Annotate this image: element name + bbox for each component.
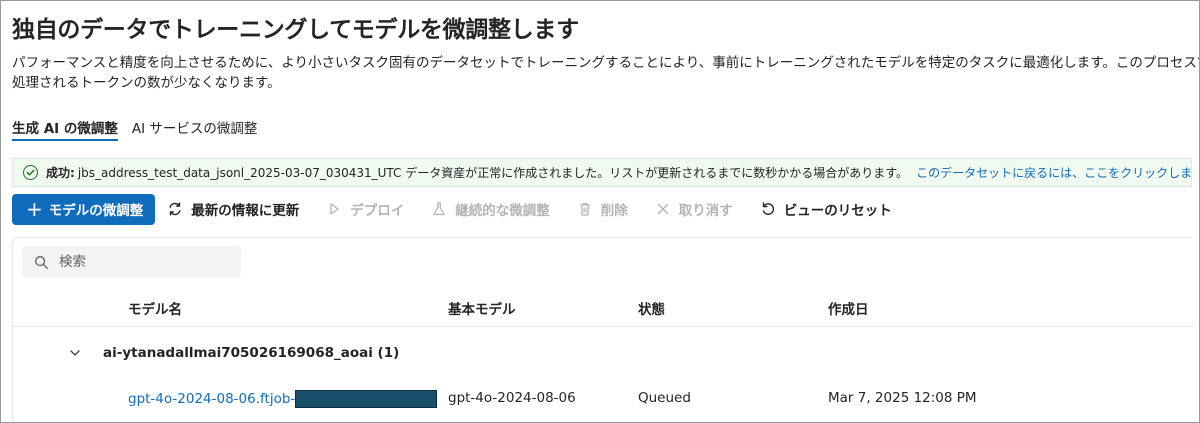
tab-ai-services-finetune[interactable]: AI サービスの微調整 — [132, 117, 258, 141]
models-table-panel: モデル名 基本モデル 状態 作成日 ai-ytanadallmai7050261… — [12, 237, 1193, 422]
deploy-button[interactable]: デプロイ — [326, 199, 404, 219]
continuous-label: 継続的な微調整 — [455, 203, 550, 219]
description-line-2: 処理されるトークンの数が少なくなります。 — [12, 75, 281, 91]
group-row[interactable]: ai-ytanadallmai705026169068_aoai (1) — [69, 345, 399, 361]
created-date-cell: Mar 7, 2025 12:08 PM — [828, 390, 977, 406]
model-name-link[interactable]: gpt-4o-2024-08-06.ftjob- — [128, 390, 438, 408]
deploy-label: デプロイ — [350, 203, 405, 219]
cancel-label: 取り消す — [678, 203, 733, 219]
page-description: パフォーマンスと精度を向上させるために、より小さいタスク固有のデータセットでトレ… — [12, 53, 1200, 93]
app-frame: 独自のデータでトレーニングしてモデルを微調整します パフォーマンスと精度を向上さ… — [0, 0, 1200, 423]
refresh-button[interactable]: 最新の情報に更新 — [167, 199, 299, 219]
model-name-text: gpt-4o-2024-08-06.ftjob- — [128, 391, 296, 407]
column-header-base-model[interactable]: 基本モデル — [448, 298, 516, 318]
column-header-model-name[interactable]: モデル名 — [128, 298, 182, 318]
description-line-1: パフォーマンスと精度を向上させるために、より小さいタスク固有のデータセットでトレ… — [12, 55, 1200, 71]
refresh-icon — [167, 201, 183, 217]
delete-label: 削除 — [600, 203, 628, 219]
tab-generative-ai-finetune[interactable]: 生成 AI の微調整 — [12, 117, 118, 141]
redacted-block — [295, 390, 438, 408]
group-name: ai-ytanadallmai705026169068_aoai (1) — [103, 345, 400, 361]
status-cell: Queued — [638, 390, 691, 406]
header-divider — [13, 326, 1193, 327]
reset-view-button[interactable]: ビューのリセット — [760, 199, 892, 219]
tab-bar: 生成 AI の微調整 AI サービスの微調整 — [12, 117, 271, 141]
flask-icon — [431, 201, 447, 217]
search-input[interactable] — [59, 254, 219, 270]
fine-tune-label: モデルの微調整 — [48, 203, 144, 219]
toolbar: + モデルの微調整 最新の情報に更新 デプロイ 継続的な微調整 削除 取り消す … — [12, 193, 919, 225]
base-model-cell: gpt-4o-2024-08-06 — [448, 390, 576, 406]
column-header-created[interactable]: 作成日 — [828, 298, 869, 318]
refresh-label: 最新の情報に更新 — [191, 203, 300, 219]
undo-icon — [760, 201, 776, 217]
cancel-button[interactable]: 取り消す — [655, 199, 733, 219]
column-header-status[interactable]: 状態 — [638, 298, 665, 318]
search-icon — [35, 255, 48, 269]
success-banner: 成功: jbs_address_test_data_jsonl_2025-03-… — [12, 158, 1192, 187]
plus-icon: + — [26, 197, 43, 221]
trash-icon — [577, 201, 593, 217]
reset-view-label: ビューのリセット — [783, 203, 892, 219]
delete-button[interactable]: 削除 — [577, 199, 628, 219]
fine-tune-model-button[interactable]: + モデルの微調整 — [12, 193, 156, 225]
page-title: 独自のデータでトレーニングしてモデルを微調整します — [12, 17, 579, 43]
success-check-icon — [23, 165, 38, 180]
banner-message: jbs_address_test_data_jsonl_2025-03-07_0… — [77, 166, 909, 180]
search-box[interactable] — [22, 246, 241, 278]
continuous-finetune-button[interactable]: 継続的な微調整 — [431, 199, 550, 219]
chevron-down-icon[interactable] — [69, 347, 81, 359]
play-icon — [326, 201, 342, 217]
banner-return-link[interactable]: このデータセットに戻るには、ここをクリックします — [916, 164, 1191, 181]
banner-status-label: 成功: — [46, 166, 75, 180]
close-icon — [655, 201, 671, 217]
